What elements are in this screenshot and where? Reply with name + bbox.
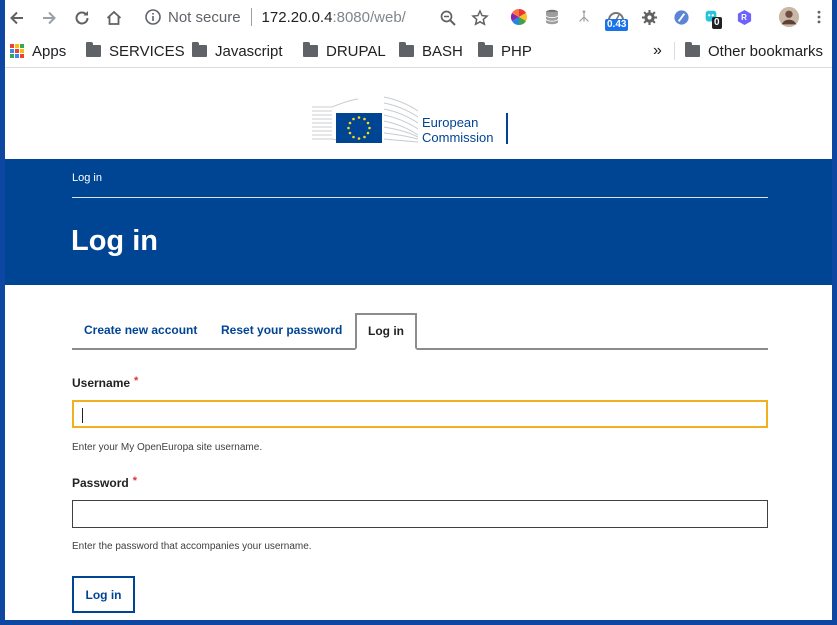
- gear-icon: [641, 9, 657, 25]
- bookmark-folder-drupal[interactable]: DRUPAL: [303, 41, 386, 61]
- bookmark-other[interactable]: Other bookmarks: [685, 41, 823, 61]
- ec-emblem-icon: [312, 96, 419, 143]
- bookmark-folder-label: Javascript: [215, 42, 283, 60]
- extension-gear[interactable]: [638, 6, 660, 28]
- logo-bar: [506, 113, 508, 144]
- required-marker: *: [132, 475, 137, 487]
- tab-create-account[interactable]: Create new account: [84, 323, 197, 337]
- extension-shield[interactable]: [670, 6, 692, 28]
- password-label-text: Password: [72, 476, 129, 490]
- site-header: European Commission: [5, 69, 832, 159]
- logo-line-1: European: [422, 115, 479, 130]
- star-icon: [471, 9, 489, 26]
- password-help-text: Enter the password that accompanies your…: [72, 541, 312, 552]
- browser-menu-button[interactable]: [808, 6, 830, 28]
- magnifier-minus-icon: [440, 10, 456, 26]
- username-label-text: Username: [72, 376, 131, 390]
- bookmark-folder-bash[interactable]: BASH: [399, 41, 463, 61]
- chevron-double-right-icon: »: [653, 42, 662, 59]
- url-path: :8080/web/: [332, 8, 406, 26]
- network-tree-icon: [579, 10, 589, 22]
- database-icon: [545, 9, 559, 25]
- folder-icon: [303, 42, 318, 57]
- extension-r[interactable]: R: [733, 6, 755, 28]
- breadcrumb[interactable]: Log in: [72, 172, 102, 184]
- bookmark-apps[interactable]: Apps: [10, 41, 66, 61]
- profile-avatar[interactable]: [777, 5, 801, 29]
- username-help-text: Enter your My OpenEuropa site username.: [72, 442, 263, 453]
- extension-database[interactable]: [541, 6, 563, 28]
- folder-icon: [192, 42, 207, 57]
- username-label: Username *: [72, 375, 139, 390]
- extension-network[interactable]: [573, 6, 595, 28]
- shield-icon: [673, 9, 689, 25]
- bookmark-folder-services[interactable]: SERVICES: [86, 41, 185, 61]
- tab-log-in[interactable]: Log in: [355, 313, 417, 350]
- browser-toolbar: Not secure 172.20.0.4:8080/web/ 0.43 0 …: [0, 0, 837, 35]
- folder-icon: [86, 42, 101, 57]
- back-button[interactable]: [5, 6, 29, 30]
- bookmarks-divider: [674, 42, 675, 60]
- bookmark-apps-label: Apps: [32, 42, 67, 60]
- kebab-menu-icon: [817, 10, 821, 24]
- extension-badge-count: 0.43: [605, 19, 629, 31]
- omnibox-divider: [250, 8, 252, 26]
- bookmark-folder-label: DRUPAL: [326, 42, 386, 60]
- browser-chrome: Not secure 172.20.0.4:8080/web/ 0.43 0 …: [0, 0, 837, 68]
- text-caret: [82, 408, 83, 423]
- bookmarks-overflow-button[interactable]: »: [653, 41, 662, 61]
- zoom-button[interactable]: [436, 6, 460, 30]
- avatar-icon: [778, 6, 800, 28]
- account-tabs: Create new account Reset your password L…: [72, 313, 768, 350]
- extension-bot[interactable]: 0: [700, 6, 722, 29]
- bookmark-star-button[interactable]: [468, 6, 492, 30]
- security-label: Not secure: [168, 8, 241, 26]
- page-header-band: Log in Log in: [5, 159, 832, 285]
- reload-button[interactable]: [70, 6, 94, 30]
- extension-speedometer[interactable]: 0.43: [605, 6, 629, 31]
- color-wheel-icon: [510, 8, 528, 26]
- password-label: Password *: [72, 475, 137, 490]
- folder-icon: [399, 42, 414, 57]
- page-title: Log in: [71, 225, 158, 257]
- european-commission-logo[interactable]: European Commission: [312, 93, 512, 145]
- folder-icon: [478, 42, 493, 57]
- tab-reset-password[interactable]: Reset your password: [221, 323, 342, 337]
- arrow-right-icon: [43, 11, 56, 25]
- extension-badge-zero: 0: [712, 17, 722, 29]
- extension-color-wheel[interactable]: [508, 6, 530, 28]
- breadcrumb-divider: [72, 197, 768, 198]
- bookmark-folder-label: BASH: [422, 42, 463, 60]
- forward-button[interactable]: [37, 6, 61, 30]
- arrow-left-icon: [10, 11, 23, 25]
- extension-letter: R: [741, 12, 747, 22]
- password-input[interactable]: [72, 500, 768, 528]
- bookmark-folder-javascript[interactable]: Javascript: [192, 41, 283, 61]
- folder-icon: [685, 42, 700, 57]
- home-icon: [106, 10, 122, 25]
- bookmark-other-label: Other bookmarks: [708, 42, 824, 60]
- home-button[interactable]: [102, 6, 126, 30]
- info-icon[interactable]: [144, 8, 162, 26]
- required-marker: *: [134, 375, 139, 387]
- bookmark-folder-php[interactable]: PHP: [478, 41, 532, 61]
- bookmark-folder-label: PHP: [501, 42, 532, 60]
- apps-grid-icon: [10, 44, 24, 58]
- login-submit-button[interactable]: Log in: [72, 576, 135, 613]
- url-host: 172.20.0.4: [261, 8, 333, 26]
- logo-line-2: Commission: [422, 130, 494, 145]
- username-input[interactable]: [72, 400, 768, 428]
- reload-icon: [75, 11, 89, 25]
- logo-text: European Commission: [422, 115, 494, 145]
- bookmark-folder-label: SERVICES: [109, 42, 185, 60]
